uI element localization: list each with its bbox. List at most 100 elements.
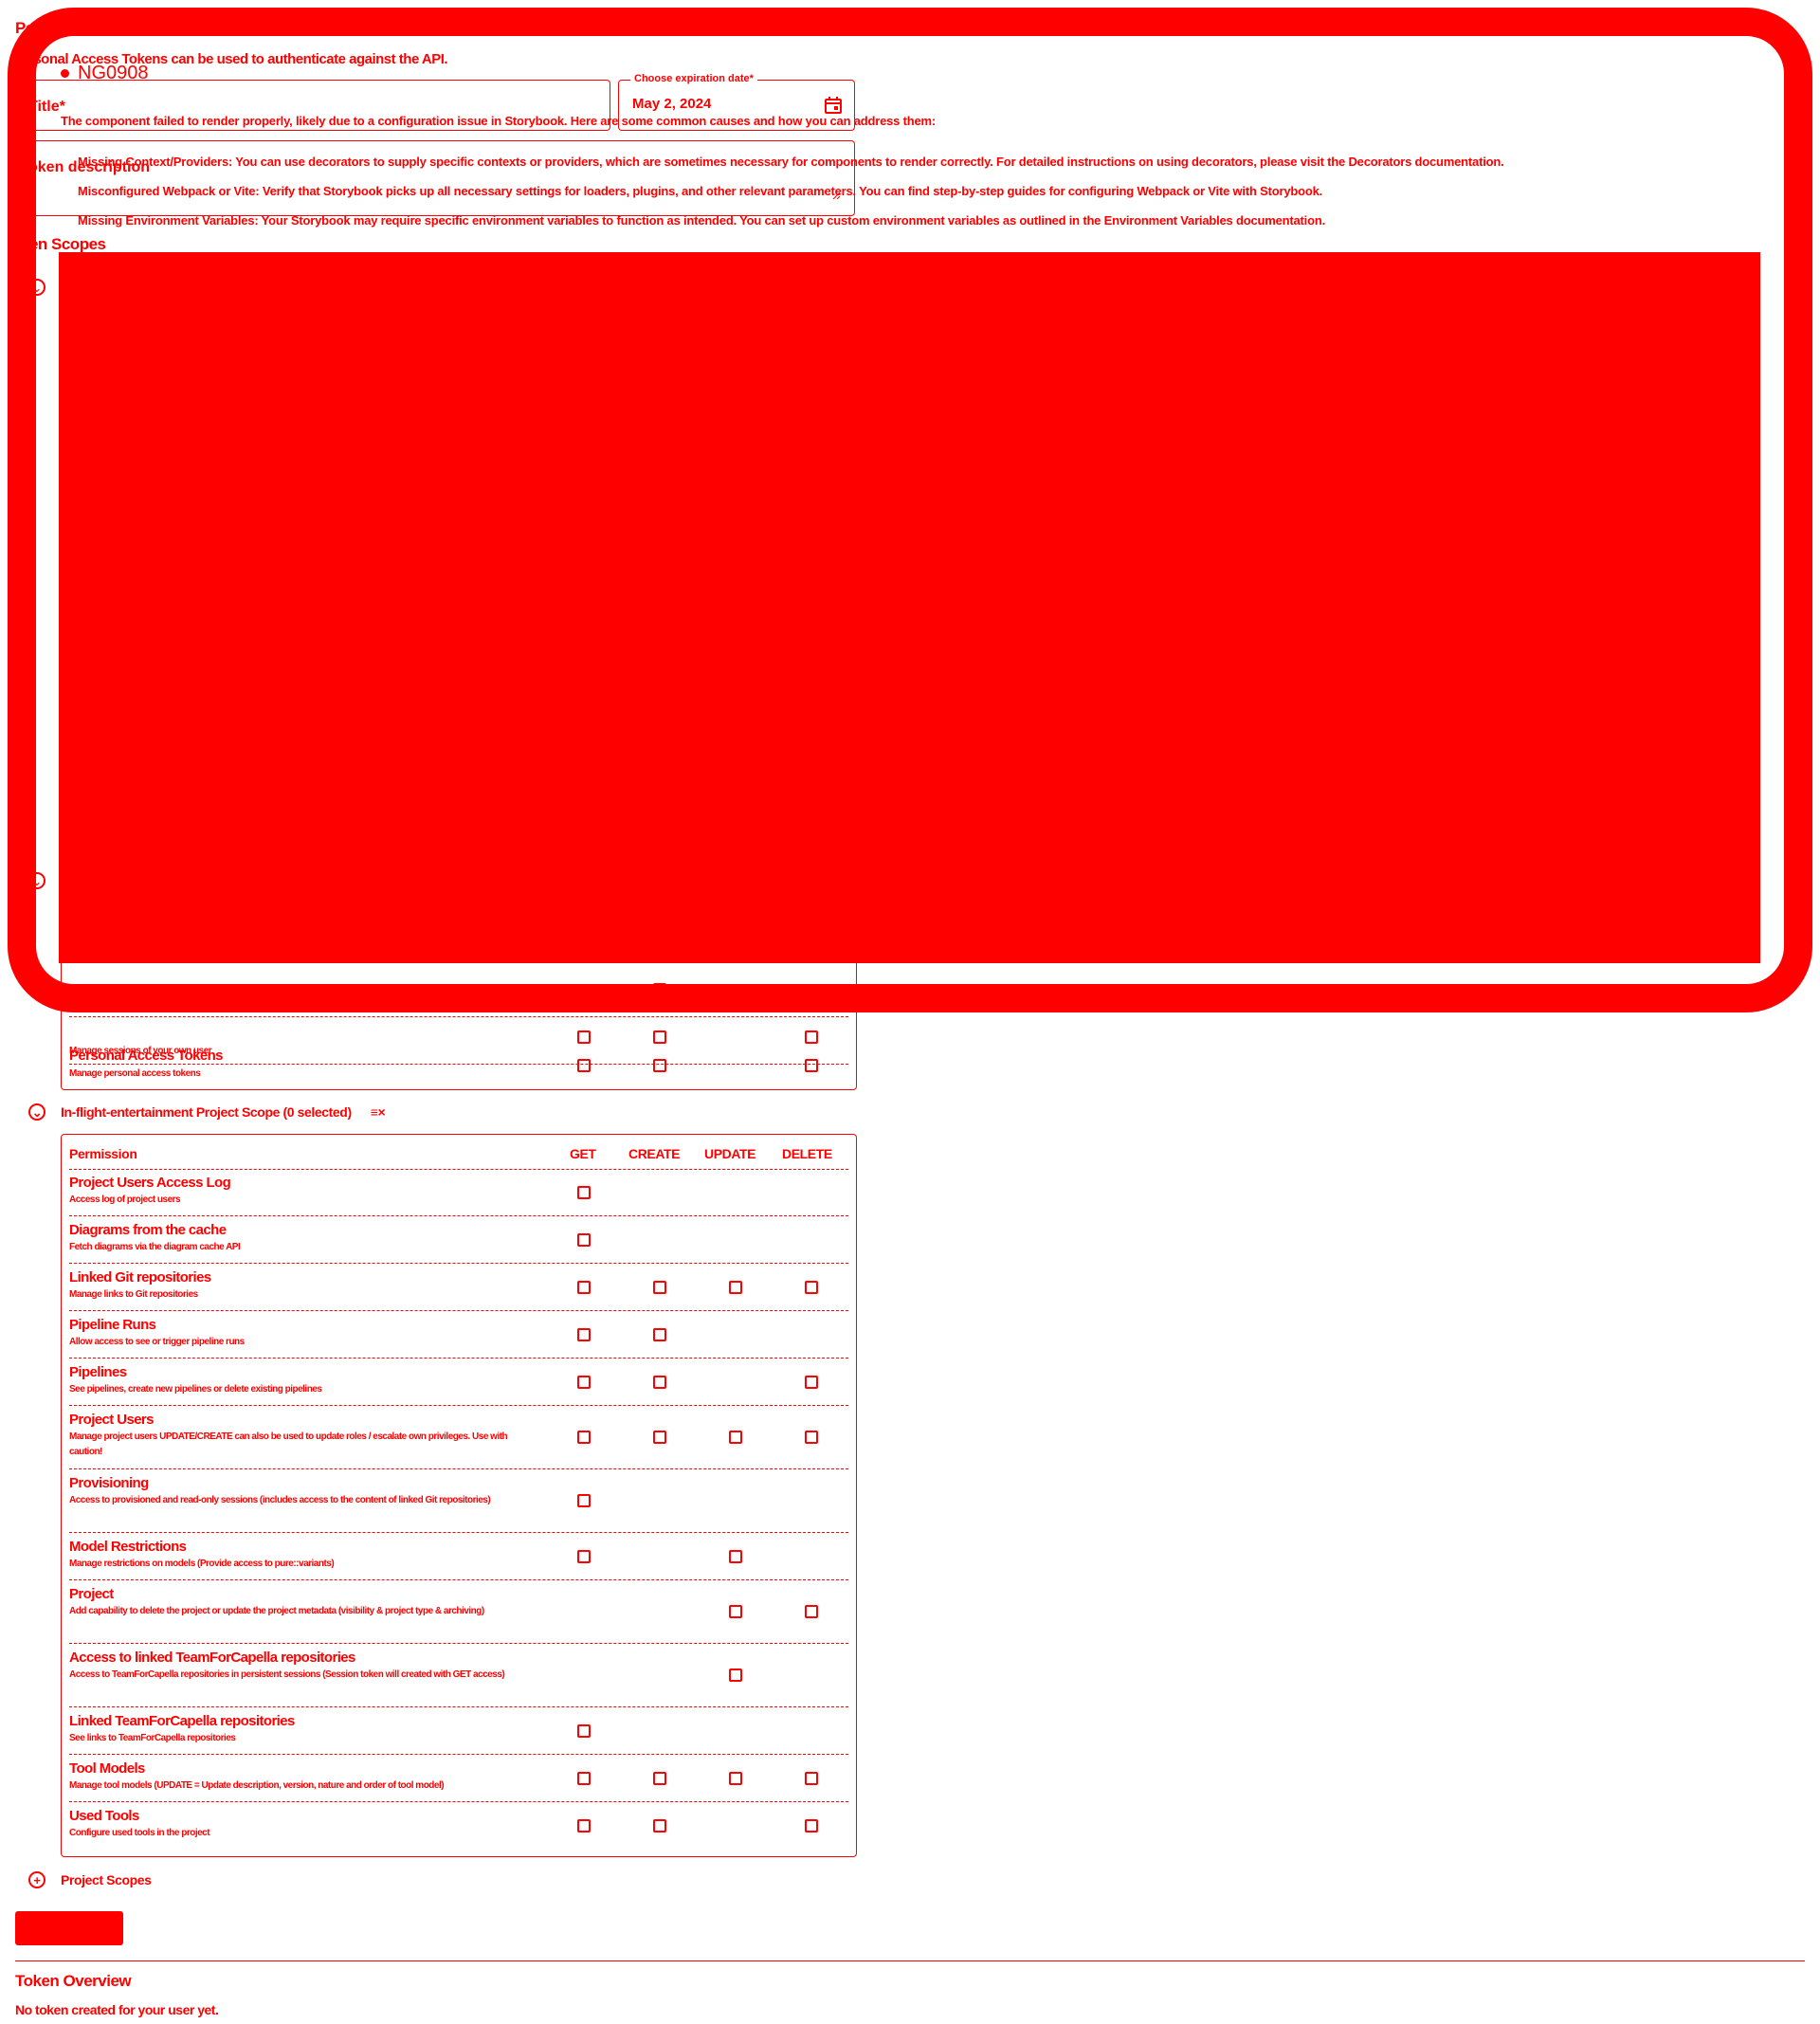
- get-checkbox[interactable]: [577, 1772, 591, 1785]
- table-row: Access to linked TeamForCapella reposito…: [69, 1644, 848, 1707]
- project-scope-table: Permission GET CREATE UPDATE DELETE Proj…: [61, 1134, 857, 1857]
- get-checkbox[interactable]: [577, 1233, 591, 1247]
- permission-title: Used Tools: [69, 1808, 139, 1824]
- create-checkbox[interactable]: [653, 1772, 666, 1785]
- delete-checkbox[interactable]: [805, 1030, 818, 1044]
- permission-description: Allow access to see or trigger pipeline …: [69, 1337, 245, 1347]
- get-checkbox[interactable]: [577, 1186, 591, 1199]
- get-checkbox[interactable]: [577, 1328, 591, 1341]
- get-checkbox[interactable]: [577, 1030, 591, 1044]
- permission-title: Personal Access Tokens: [69, 1048, 223, 1064]
- delete-checkbox[interactable]: [805, 1376, 818, 1389]
- update-checkbox[interactable]: [729, 1550, 742, 1563]
- permission-description: Fetch diagrams via the diagram cache API: [69, 1242, 241, 1252]
- get-checkbox[interactable]: [577, 1059, 591, 1072]
- project-scopes-header[interactable]: + Project Scopes: [28, 1871, 152, 1888]
- table-header: Permission GET CREATE UPDATE DELETE: [69, 1135, 848, 1170]
- permission-title: Project Users: [69, 1412, 155, 1428]
- project-scope-header[interactable]: ⌄ In-flight-entertainment Project Scope …: [28, 1103, 386, 1121]
- permission-title: Provisioning: [69, 1475, 149, 1491]
- get-checkbox[interactable]: [577, 1550, 591, 1563]
- create-token-button[interactable]: [15, 1911, 123, 1945]
- create-checkbox[interactable]: [653, 1376, 666, 1389]
- error-badge: NG0908: [61, 63, 149, 84]
- permission-description: Manage personal access tokens: [69, 1068, 201, 1079]
- update-checkbox[interactable]: [729, 1431, 742, 1444]
- table-row: Project Users Access Log Access log of p…: [69, 1169, 848, 1216]
- permission-title: Linked Git repositories: [69, 1269, 211, 1286]
- get-checkbox[interactable]: [577, 1281, 591, 1294]
- table-row: Model Restrictions Manage restrictions o…: [69, 1533, 848, 1580]
- permission-title: Pipeline Runs: [69, 1317, 156, 1333]
- permission-title: Project Users Access Log: [69, 1175, 231, 1191]
- permission-title: Linked TeamForCapella repositories: [69, 1713, 295, 1729]
- error-overlay-panel: [59, 252, 1760, 963]
- column-header-get: GET: [570, 1146, 596, 1161]
- column-header-permission: Permission: [69, 1146, 137, 1161]
- permission-description: Access to provisioned and read-only sess…: [69, 1495, 491, 1505]
- bullet-icon: [61, 69, 69, 78]
- error-cause-item: Missing Context/Providers: You can use d…: [78, 155, 1504, 169]
- permission-title: Access to linked TeamForCapella reposito…: [69, 1650, 355, 1666]
- create-checkbox[interactable]: [653, 1431, 666, 1444]
- update-checkbox[interactable]: [729, 1281, 742, 1294]
- permission-description: Access to TeamForCapella repositories in…: [69, 1669, 505, 1680]
- table-row: Pipelines See pipelines, create new pipe…: [69, 1358, 848, 1406]
- delete-checkbox[interactable]: [805, 1281, 818, 1294]
- permission-description: Access log of project users: [69, 1194, 181, 1205]
- permission-title: Pipelines: [69, 1364, 127, 1380]
- create-checkbox[interactable]: [653, 1030, 666, 1044]
- get-checkbox[interactable]: [577, 1724, 591, 1738]
- column-header-create: CREATE: [628, 1146, 681, 1161]
- get-checkbox[interactable]: [577, 1819, 591, 1833]
- column-header-delete: DELETE: [782, 1146, 832, 1161]
- permission-description: See pipelines, create new pipelines or d…: [69, 1384, 322, 1395]
- table-row: Project Users Manage project users UPDAT…: [69, 1406, 848, 1469]
- permission-title: Diagrams from the cache: [69, 1222, 227, 1238]
- table-row: Linked Git repositories Manage links to …: [69, 1264, 848, 1311]
- delete-checkbox[interactable]: [805, 1431, 818, 1444]
- permission-description: Add capability to delete the project or …: [69, 1606, 484, 1616]
- table-row: Linked TeamForCapella repositories See l…: [69, 1707, 848, 1755]
- error-message: The component failed to render properly,…: [61, 114, 936, 128]
- table-row: Used Tools Configure used tools in the p…: [69, 1802, 848, 1850]
- error-code: NG0908: [78, 63, 149, 83]
- create-checkbox[interactable]: [653, 1328, 666, 1341]
- create-checkbox[interactable]: [653, 1819, 666, 1833]
- update-checkbox[interactable]: [729, 1605, 742, 1618]
- delete-checkbox[interactable]: [805, 1819, 818, 1833]
- column-header-update: UPDATE: [704, 1146, 756, 1161]
- permission-description: Manage links to Git repositories: [69, 1289, 198, 1300]
- table-row: Provisioning Access to provisioned and r…: [69, 1469, 848, 1533]
- permission-description: See links to TeamForCapella repositories: [69, 1733, 236, 1743]
- permission-description: Manage tool models (UPDATE = Update desc…: [69, 1780, 445, 1791]
- no-token-text: No token created for your user yet.: [15, 2002, 219, 2017]
- clear-selection-icon[interactable]: ≡×: [371, 1104, 386, 1120]
- project-scopes-title: Project Scopes: [61, 1872, 152, 1887]
- table-row: Tool Models Manage tool models (UPDATE =…: [69, 1755, 848, 1802]
- delete-checkbox[interactable]: [805, 1059, 818, 1072]
- token-overview-heading: Token Overview: [15, 1972, 132, 1990]
- permission-title: Model Restrictions: [69, 1539, 187, 1555]
- error-cause-item: Misconfigured Webpack or Vite: Verify th…: [78, 184, 1323, 198]
- table-row: Pipeline Runs Allow access to see or tri…: [69, 1311, 848, 1358]
- delete-checkbox[interactable]: [805, 1772, 818, 1785]
- get-checkbox[interactable]: [577, 1494, 591, 1507]
- add-circle-icon[interactable]: +: [28, 1871, 46, 1888]
- permission-description: Configure used tools in the project: [69, 1828, 210, 1838]
- update-checkbox[interactable]: [729, 1772, 742, 1785]
- permission-description: Manage project users UPDATE/CREATE can a…: [69, 1431, 508, 1457]
- delete-checkbox[interactable]: [805, 1605, 818, 1618]
- table-row: Diagrams from the cache Fetch diagrams v…: [69, 1216, 848, 1264]
- create-checkbox[interactable]: [653, 1059, 666, 1072]
- update-checkbox[interactable]: [729, 1668, 742, 1682]
- table-row: Personal Access Tokens Manage personal a…: [69, 1044, 848, 1091]
- error-cause-item: Missing Environment Variables: Your Stor…: [78, 213, 1325, 228]
- chevron-down-icon[interactable]: ⌄: [28, 1103, 46, 1121]
- permission-title: Project: [69, 1586, 114, 1602]
- get-checkbox[interactable]: [577, 1376, 591, 1389]
- create-checkbox[interactable]: [653, 1281, 666, 1294]
- get-checkbox[interactable]: [577, 1431, 591, 1444]
- project-scope-title: In-flight-entertainment Project Scope (0…: [61, 1104, 352, 1120]
- permission-title: Tool Models: [69, 1760, 145, 1777]
